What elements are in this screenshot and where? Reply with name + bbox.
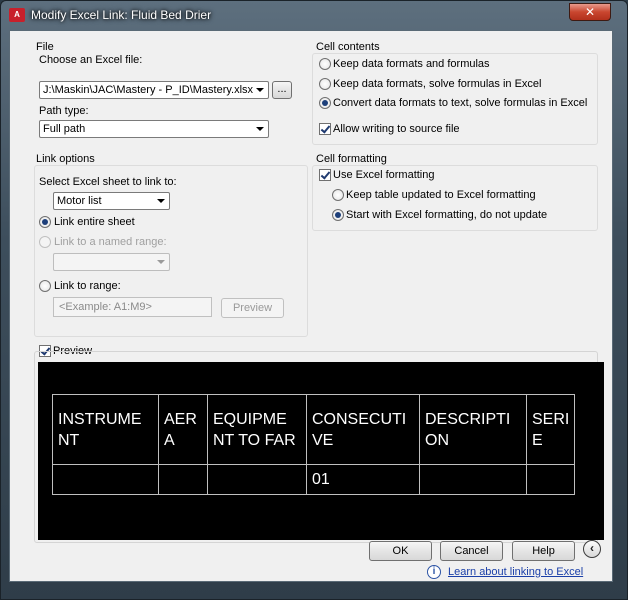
chevron-down-icon [157,260,165,264]
preview-pane: INSTRUME NT AER A EQUIPME NT TO FAR CONS… [38,362,604,540]
table-cell: INSTRUME NT [52,394,159,465]
link-options-group-title: Link options [36,153,95,165]
browse-file-button[interactable]: ... [272,81,292,99]
preview-range-button[interactable]: Preview [221,298,284,318]
range-placeholder: <Example: A1:M9> [59,301,152,313]
choose-file-label: Choose an Excel file: [39,54,143,66]
link-to-range-radio[interactable] [39,280,51,292]
table-cell [207,464,307,495]
table-cell: DESCRIPTI ON [419,394,527,465]
use-excel-formatting-label[interactable]: Use Excel formatting [333,169,434,181]
dialog-window: A Modify Excel Link: Fluid Bed Drier ✕ F… [0,0,628,600]
range-input[interactable]: <Example: A1:M9> [53,297,212,317]
keep-formats-formulas-radio[interactable] [319,58,331,70]
table-cell: SERI E [525,394,576,465]
named-range-combo[interactable] [53,253,170,271]
keep-updated-radio[interactable] [332,189,344,201]
use-excel-formatting-checkbox[interactable] [319,169,331,181]
cancel-button[interactable]: Cancel [440,541,503,561]
preview-table: INSTRUME NT AER A EQUIPME NT TO FAR CONS… [52,394,576,495]
info-icon: i [427,565,441,579]
path-type-value: Full path [43,123,86,135]
learn-excel-link[interactable]: Learn about linking to Excel [448,566,583,578]
sheet-combo[interactable]: Motor list [53,192,170,210]
link-named-range-label[interactable]: Link to a named range: [54,236,167,248]
table-cell: AER A [158,394,208,465]
link-entire-sheet-label[interactable]: Link entire sheet [54,216,135,228]
link-entire-sheet-radio[interactable] [39,216,51,228]
ok-button[interactable]: OK [369,541,432,561]
link-named-range-radio[interactable] [39,236,51,248]
window-title: Modify Excel Link: Fluid Bed Drier [31,8,212,22]
collapse-chevron-icon[interactable]: ‹ [583,540,601,558]
table-cell [419,464,527,495]
convert-text-radio[interactable] [319,97,331,109]
allow-writing-checkbox[interactable] [319,123,331,135]
table-cell: CONSECUTI VE [306,394,420,465]
table-cell [158,464,208,495]
path-type-combo[interactable]: Full path [39,120,269,138]
excel-file-combo[interactable]: J:\Maskin\JAC\Mastery - P_ID\Mastery.xls… [39,81,269,99]
cell-contents-group-title: Cell contents [316,41,380,53]
chevron-down-icon [256,88,264,92]
table-row: INSTRUME NT AER A EQUIPME NT TO FAR CONS… [52,394,576,465]
table-cell: EQUIPME NT TO FAR [207,394,307,465]
keep-formats-solve-label[interactable]: Keep data formats, solve formulas in Exc… [333,78,541,90]
start-with-formatting-radio[interactable] [332,209,344,221]
help-button[interactable]: Help [512,541,575,561]
file-group-title: File [36,41,54,53]
sheet-value: Motor list [57,195,102,207]
keep-formats-formulas-label[interactable]: Keep data formats and formulas [333,58,490,70]
path-type-label: Path type: [39,105,89,117]
select-sheet-label: Select Excel sheet to link to: [39,176,177,188]
cell-formatting-group-title: Cell formatting [316,153,387,165]
start-with-formatting-label[interactable]: Start with Excel formatting, do not upda… [346,209,547,221]
dialog-client-area: File Choose an Excel file: J:\Maskin\JAC… [9,30,613,582]
table-cell: 01 [306,464,420,495]
chevron-down-icon [256,127,264,131]
excel-file-value: J:\Maskin\JAC\Mastery - P_ID\Mastery.xls… [43,84,254,96]
keep-formats-solve-radio[interactable] [319,78,331,90]
chevron-down-icon [157,199,165,203]
link-to-range-label[interactable]: Link to range: [54,280,121,292]
table-cell [52,464,159,495]
table-cell [525,464,576,495]
allow-writing-label[interactable]: Allow writing to source file [333,123,460,135]
autocad-app-icon: A [9,8,25,22]
table-row: 01 [52,464,576,495]
title-bar[interactable]: A Modify Excel Link: Fluid Bed Drier ✕ [1,1,627,29]
keep-updated-label[interactable]: Keep table updated to Excel formatting [346,189,536,201]
convert-text-label[interactable]: Convert data formats to text, solve form… [333,97,587,109]
close-button[interactable]: ✕ [569,3,611,21]
